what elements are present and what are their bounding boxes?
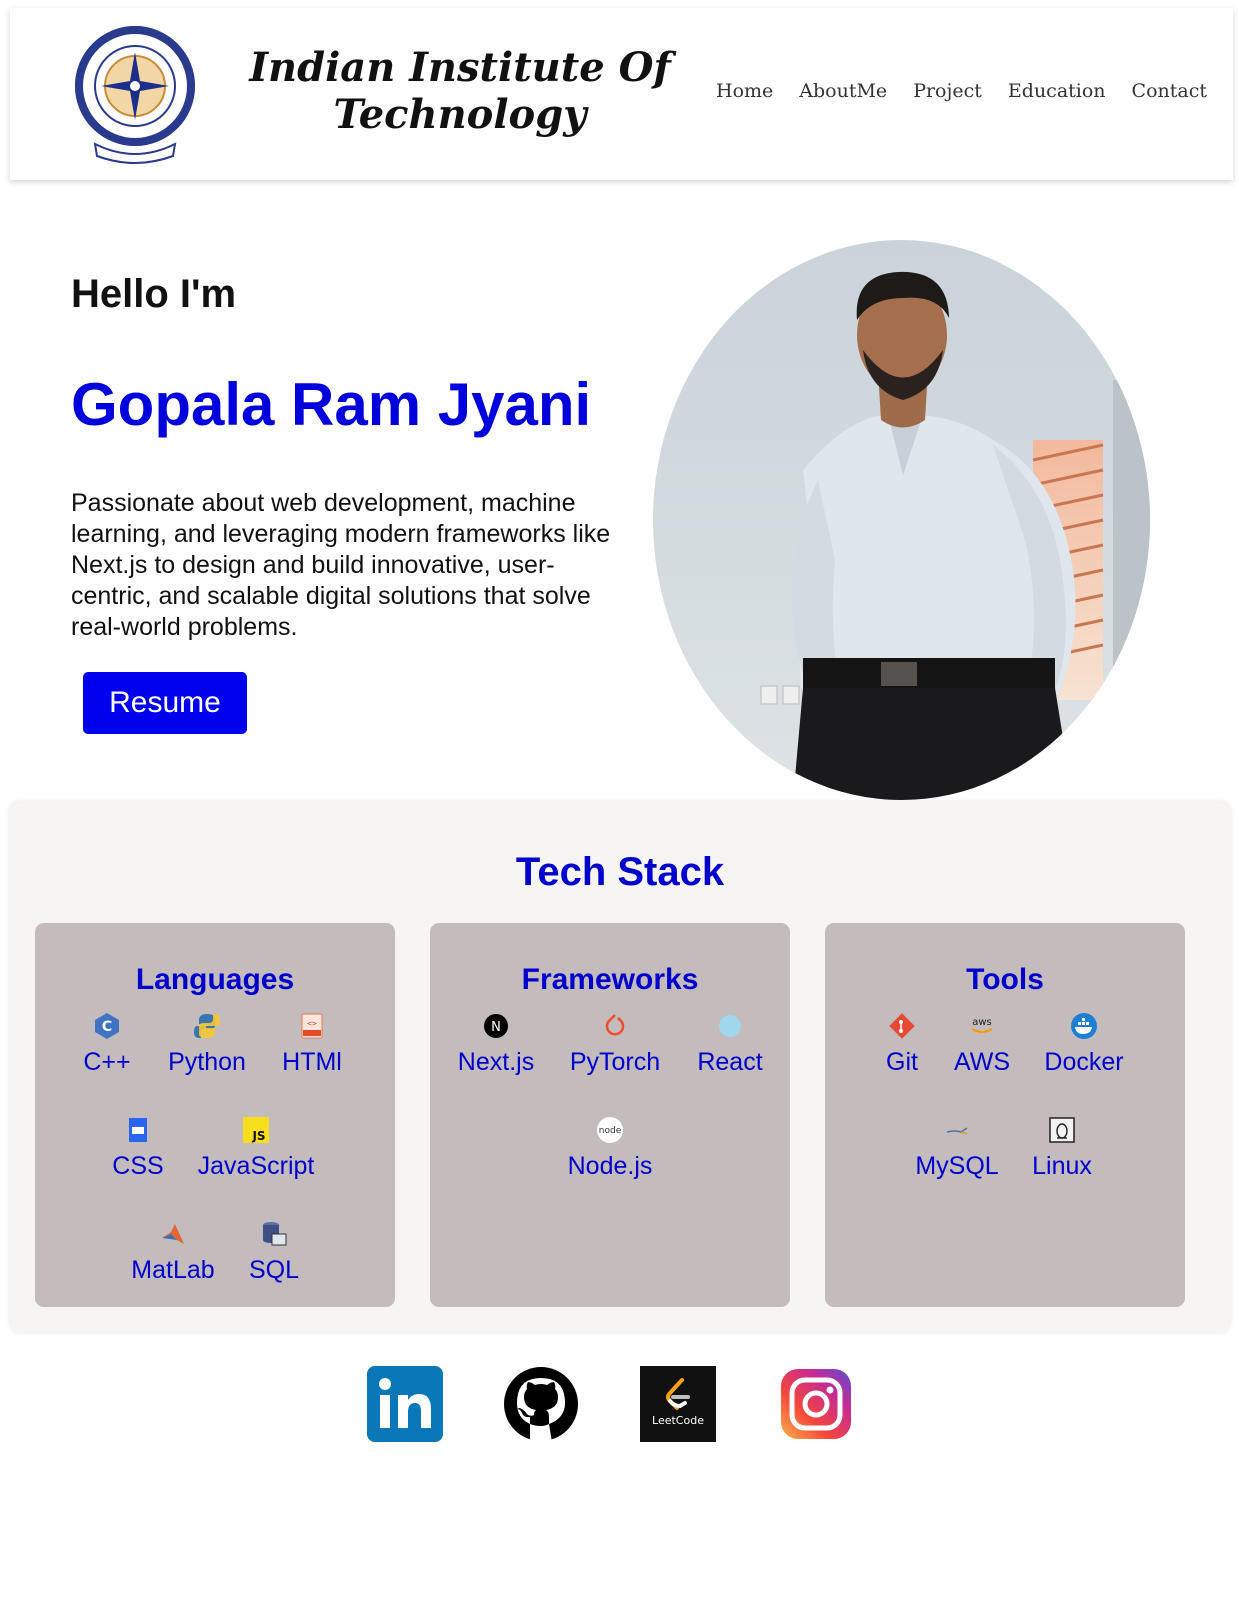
nav-home[interactable]: Home [716,80,773,102]
tech-item-nextjs: N Next.js [448,1012,544,1077]
bio-text: Passionate about web development, machin… [71,489,611,641]
mysql-icon [946,1127,968,1135]
svg-text:N: N [491,1020,501,1035]
javascript-icon: JS [243,1117,269,1143]
tech-item-pytorch: PyTorch [560,1012,670,1077]
tech-item-cpp: C C++ [71,1012,143,1077]
leetcode-icon[interactable]: LeetCode [640,1366,716,1442]
tech-item-javascript: JS JavaScript [195,1116,317,1181]
python-icon [194,1014,220,1038]
linux-icon [1049,1117,1075,1143]
tech-item-aws: aws AWS [945,1012,1019,1077]
tech-item-sql: SQL [241,1220,307,1285]
linkedin-icon[interactable] [367,1366,443,1442]
person-name: Gopala Ram Jyani [71,371,592,438]
profile-photo-illustration [653,240,1150,800]
matlab-icon [162,1224,184,1244]
tech-item-python: Python [159,1012,255,1077]
nextjs-icon: N [484,1014,508,1038]
tech-item-linux: Linux [1025,1116,1099,1181]
css-icon [129,1118,147,1142]
tech-item-html: <> HTMl [271,1012,353,1077]
greeting: Hello I'm [71,272,237,316]
pytorch-icon [605,1014,625,1036]
html-icon: <> [301,1013,323,1039]
tech-item-css: CSS [103,1116,173,1181]
svg-text:LeetCode: LeetCode [652,1414,704,1427]
tech-item-docker: Docker [1035,1012,1133,1077]
resume-button[interactable]: Resume [83,672,247,734]
nav-project[interactable]: Project [913,80,982,102]
site-header: Indian Institute Of Technology Home Abou… [10,8,1233,180]
nodejs-icon: node [597,1117,623,1143]
nav-education[interactable]: Education [1008,80,1106,102]
tech-item-react: React [686,1012,774,1077]
tools-card: Tools Git aws AWS Docker MySQL Linux [825,923,1185,1307]
tech-item-git: Git [875,1012,929,1077]
react-icon [719,1015,741,1037]
frameworks-card: Frameworks N Next.js PyTorch React node … [430,923,790,1307]
svg-text:aws: aws [972,1017,992,1028]
tech-item-matlab: MatLab [123,1220,223,1285]
tools-title: Tools [966,963,1044,996]
sql-icon [263,1222,287,1246]
svg-text:C: C [102,1019,112,1035]
svg-text:JS: JS [251,1129,265,1143]
institute-title: Indian Institute Of Technology [249,44,671,138]
svg-text:<>: <> [307,1019,317,1028]
aws-icon: aws [971,1017,993,1033]
languages-card: Languages C C++ Python <> HTMl CSS JS Ja… [35,923,395,1307]
git-icon [889,1013,915,1039]
instagram-icon[interactable] [778,1366,854,1442]
docker-icon [1071,1013,1097,1039]
nav-contact[interactable]: Contact [1132,80,1207,102]
cpp-icon: C [95,1013,119,1039]
languages-title: Languages [135,963,295,996]
svg-text:node: node [599,1126,622,1136]
tech-item-nodejs: node Node.js [558,1116,662,1181]
frameworks-title: Frameworks [521,963,699,996]
tech-stack-title: Tech Stack [515,850,725,894]
github-icon[interactable] [503,1366,579,1442]
tech-stack-section: Tech Stack Languages C C++ Python <> HTM… [10,802,1230,1332]
nav-aboutme[interactable]: AboutMe [799,80,887,102]
main-nav: Home AboutMe Project Education Contact [716,80,1207,102]
profile-photo [653,240,1150,800]
iit-logo-icon [75,26,195,164]
tech-item-mysql: MySQL [909,1116,1005,1181]
